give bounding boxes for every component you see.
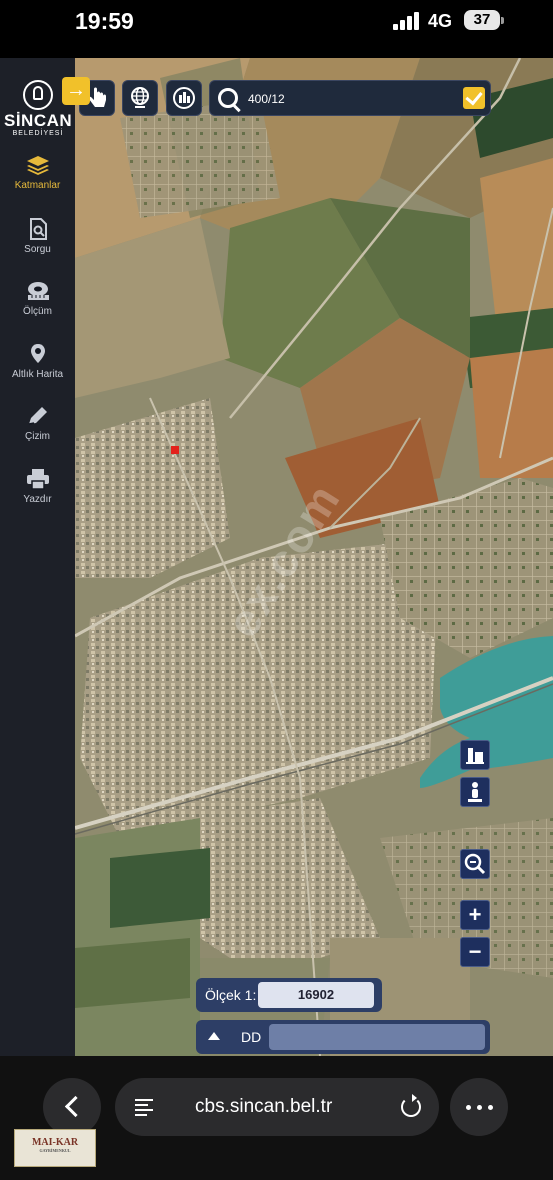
- zoom-in-icon: +: [468, 902, 482, 927]
- clock: 19:59: [75, 8, 134, 34]
- sidebar-item-label: Ölçüm: [23, 306, 52, 317]
- municipality-emblem-icon: [23, 80, 53, 110]
- scale-value-field[interactable]: 16902: [258, 982, 374, 1008]
- sidebar-item-label: Çizim: [25, 431, 50, 442]
- sidebar-item-label: Sorgu: [24, 244, 51, 255]
- agency-logo-text: MAI-KAR: [31, 1137, 79, 1148]
- chevron-up-icon[interactable]: [208, 1032, 220, 1040]
- basemap-pin-icon: [26, 343, 50, 365]
- logo-subtitle: BELEDİYESİ: [12, 130, 64, 137]
- sidebar-item-sorgu[interactable]: Sorgu: [0, 218, 75, 255]
- url-text[interactable]: cbs.sincan.bel.tr: [195, 1096, 332, 1118]
- scale-panel: Ölçek 1: 16902: [196, 978, 382, 1012]
- search-bar[interactable]: [209, 80, 491, 116]
- pegman-icon: [468, 782, 482, 802]
- more-button[interactable]: [450, 1078, 508, 1136]
- agency-logo: MAI-KAR GAYRİMENKUL: [14, 1129, 96, 1167]
- back-button[interactable]: [43, 1078, 101, 1136]
- zoom-out-button[interactable]: −: [460, 937, 490, 967]
- tabs-icon[interactable]: [135, 1098, 153, 1116]
- pencil-icon: [26, 405, 50, 427]
- sidebar-item-altlik-harita[interactable]: Altlık Harita: [0, 343, 75, 380]
- ruler-tape-icon: [26, 280, 50, 302]
- confirm-checkbox[interactable]: [463, 87, 485, 109]
- search-input[interactable]: [246, 87, 450, 111]
- scale-label: Ölçek 1:: [205, 987, 257, 1003]
- network-type: 4G: [428, 11, 453, 31]
- sidebar-item-label: Katmanlar: [14, 180, 61, 191]
- sidebar-item-katmanlar[interactable]: Katmanlar: [0, 154, 75, 191]
- building-icon: [173, 87, 195, 109]
- zoom-out-icon: −: [468, 939, 482, 964]
- globe-tool-button[interactable]: [122, 80, 158, 116]
- zoom-extent-icon: [464, 853, 486, 875]
- query-document-icon: [26, 218, 50, 240]
- street-view-icon: [466, 748, 484, 764]
- expand-arrow-button[interactable]: →: [62, 77, 90, 105]
- sidebar-item-label: Yazdır: [23, 494, 52, 505]
- coordinate-panel: DD: [196, 1020, 490, 1054]
- zoom-extent-button[interactable]: [460, 849, 490, 879]
- street-view-button[interactable]: [460, 740, 490, 770]
- building-tool-button[interactable]: [166, 80, 202, 116]
- address-bar[interactable]: cbs.sincan.bel.tr: [115, 1078, 439, 1136]
- sidebar-item-cizim[interactable]: Çizim: [0, 405, 75, 442]
- sidebar-item-yazdir[interactable]: Yazdır: [0, 468, 75, 505]
- sidebar-item-label: Altlık Harita: [11, 369, 64, 380]
- signal-icon: [393, 12, 421, 30]
- sidebar-item-olcum[interactable]: Ölçüm: [0, 280, 75, 317]
- search-icon[interactable]: [218, 88, 238, 108]
- logo-name: SİNCAN: [4, 111, 73, 130]
- browser-toolbar: cbs.sincan.bel.tr MAI-KAR GAYRİMENKUL: [0, 1056, 553, 1180]
- pegman-button[interactable]: [460, 777, 490, 807]
- zoom-in-button[interactable]: +: [460, 900, 490, 930]
- printer-icon: [26, 468, 50, 490]
- layers-icon: [26, 154, 50, 176]
- reload-icon[interactable]: [401, 1094, 421, 1117]
- sidebar: SİNCAN BELEDİYESİ Katmanlar Sorgu Ölçüm …: [0, 58, 75, 1056]
- globe-icon: [131, 87, 149, 108]
- parcel-marker[interactable]: [171, 446, 179, 454]
- coordinate-format-label[interactable]: DD: [241, 1029, 261, 1045]
- status-bar: 19:59 4G 37: [0, 0, 553, 58]
- coordinate-field[interactable]: [269, 1024, 485, 1050]
- battery-icon: 37: [464, 10, 504, 30]
- agency-logo-subtext: GAYRİMENKUL: [39, 1148, 71, 1153]
